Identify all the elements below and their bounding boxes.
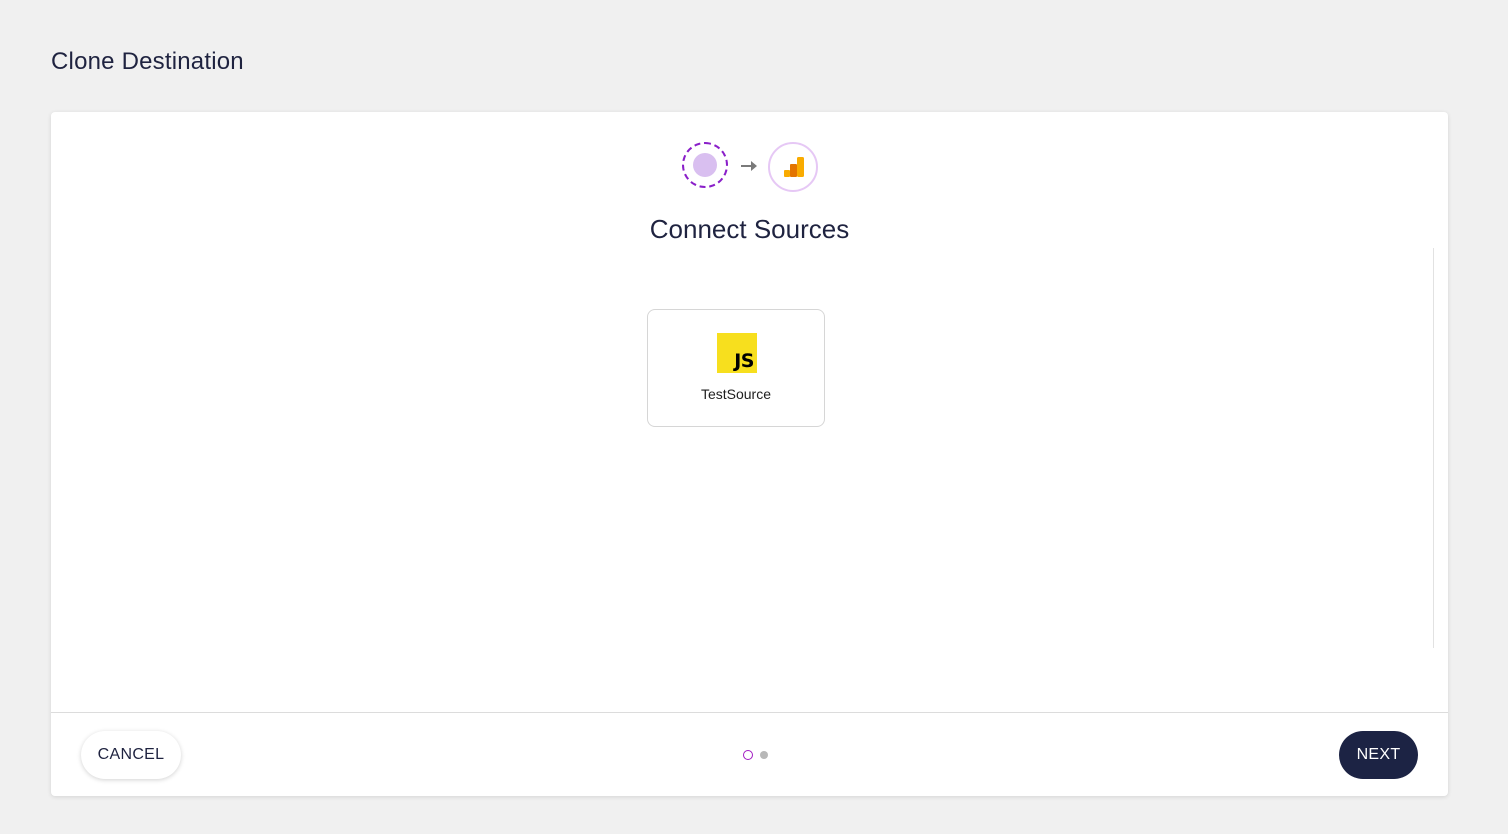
source-tile-label: TestSource bbox=[700, 386, 772, 402]
footer-divider bbox=[51, 712, 1448, 713]
wizard-card: Connect Sources JS TestSource CANCEL NEX… bbox=[51, 112, 1448, 796]
google-analytics-icon bbox=[784, 157, 804, 177]
source-placeholder-icon bbox=[682, 142, 728, 188]
arrow-right-icon bbox=[741, 161, 757, 171]
destination-icon-circle bbox=[768, 142, 818, 192]
step-pager bbox=[743, 750, 773, 760]
step-title: Connect Sources bbox=[649, 214, 850, 244]
page-title: Clone Destination bbox=[51, 48, 244, 75]
javascript-icon: JS bbox=[717, 333, 757, 373]
source-tile-testsource[interactable]: JS TestSource bbox=[647, 309, 825, 427]
scrollbar[interactable] bbox=[1433, 248, 1434, 648]
connection-header bbox=[51, 142, 1448, 192]
pager-dot-inactive[interactable] bbox=[760, 751, 768, 759]
pager-dot-active[interactable] bbox=[743, 750, 753, 760]
source-placeholder-dot bbox=[693, 153, 717, 177]
next-button[interactable]: NEXT bbox=[1339, 731, 1418, 779]
cancel-button[interactable]: CANCEL bbox=[81, 731, 181, 779]
javascript-icon-text: JS bbox=[734, 350, 754, 372]
